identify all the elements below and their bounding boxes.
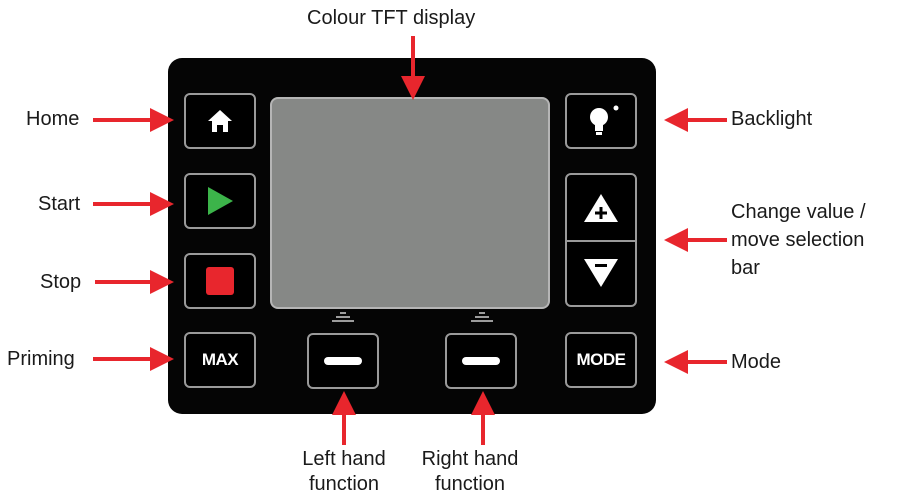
change-value-rocker: [565, 173, 637, 307]
left-softkey-button[interactable]: [307, 333, 379, 389]
label-stop: Stop: [40, 271, 82, 293]
max-priming-button[interactable]: MAX: [184, 332, 256, 388]
label-mode: Mode: [731, 351, 782, 373]
label-colour-tft-display: Colour TFT display: [307, 7, 476, 29]
start-button[interactable]: [184, 173, 256, 229]
increase-button[interactable]: [567, 175, 635, 240]
label-left-hand-line1: Left hand: [302, 448, 386, 470]
play-icon: [208, 187, 233, 215]
minus-icon: [584, 258, 618, 287]
home-icon: [208, 110, 232, 132]
lightbulb-icon: [590, 105, 619, 135]
mode-button[interactable]: MODE: [565, 332, 637, 388]
label-start: Start: [38, 193, 81, 215]
left-softkey-indicator-icon: [332, 312, 354, 322]
mode-button-label: MODE: [576, 350, 627, 369]
label-backlight: Backlight: [731, 108, 813, 130]
max-button-label: MAX: [201, 350, 239, 369]
colour-tft-display: [272, 99, 548, 307]
right-softkey-button[interactable]: [445, 333, 517, 389]
left-softkey-dash-icon: [324, 357, 362, 365]
backlight-button[interactable]: [565, 93, 637, 149]
stop-button[interactable]: [184, 253, 256, 309]
label-home: Home: [26, 108, 80, 130]
label-priming: Priming: [7, 348, 75, 370]
plus-icon: [584, 193, 618, 222]
right-softkey-dash-icon: [462, 357, 500, 365]
label-right-hand-line2: function: [434, 473, 506, 495]
stop-icon: [206, 267, 234, 295]
label-right-hand-line1: Right hand: [421, 448, 519, 470]
home-button[interactable]: [184, 93, 256, 149]
decrease-button[interactable]: [567, 240, 635, 305]
right-softkey-indicator-icon: [471, 312, 493, 322]
label-change-value-line2: move selection: [731, 229, 865, 251]
label-change-value-line1: Change value /: [731, 201, 866, 223]
label-left-hand-line2: function: [308, 473, 380, 495]
label-change-value-line3: bar: [731, 257, 760, 279]
